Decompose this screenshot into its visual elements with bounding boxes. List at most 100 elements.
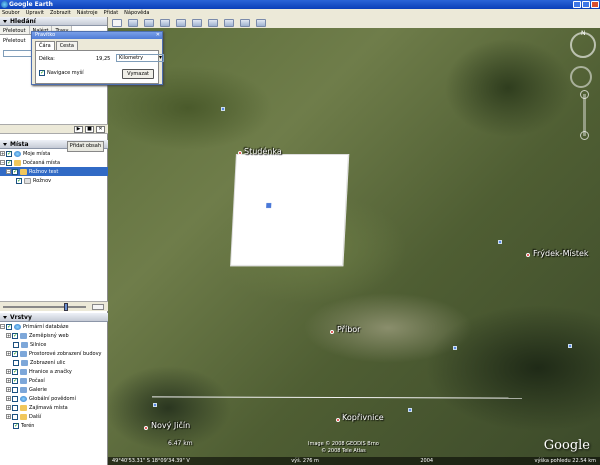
gallery-icon bbox=[20, 386, 27, 393]
layers-header[interactable]: Vrstvy bbox=[0, 313, 108, 322]
stop-icon[interactable]: ■ bbox=[85, 125, 94, 133]
layer-item[interactable]: + Zeměpisný web bbox=[0, 331, 108, 340]
toggle-icon[interactable] bbox=[92, 304, 104, 310]
layer-item[interactable]: + Hranice a značky bbox=[0, 367, 108, 376]
photo-icon[interactable] bbox=[498, 240, 502, 244]
layer-item[interactable]: + Zajímavá místa bbox=[0, 403, 108, 412]
photo-icon[interactable] bbox=[221, 107, 225, 111]
place-item[interactable]: − Dočasná místa bbox=[0, 158, 108, 167]
slider-thumb[interactable] bbox=[64, 303, 68, 311]
compass-icon[interactable]: N bbox=[570, 30, 596, 58]
placemark-pin-icon[interactable] bbox=[238, 151, 242, 155]
tab-line[interactable]: Čára bbox=[35, 41, 55, 50]
add-content-button[interactable]: Přidat obsah bbox=[66, 141, 104, 152]
layer-item[interactable]: + Prostorové zobrazení budovy bbox=[0, 349, 108, 358]
image-overlay-icon[interactable] bbox=[176, 18, 186, 27]
menu-tools[interactable]: Nástroje bbox=[77, 10, 98, 16]
place-item[interactable]: Rožnov bbox=[0, 176, 108, 185]
layer-item[interactable]: + Další bbox=[0, 412, 108, 421]
minimize-button[interactable] bbox=[573, 1, 581, 8]
maximize-button[interactable] bbox=[582, 1, 590, 8]
checkbox[interactable] bbox=[12, 168, 18, 175]
map-view[interactable]: Studénka Frýdek-Místek Příbor Kopřivnice… bbox=[108, 28, 600, 465]
checkbox[interactable] bbox=[12, 404, 18, 411]
look-control-icon[interactable] bbox=[570, 66, 592, 88]
place-item-selected[interactable]: − Rožnov test bbox=[0, 167, 108, 176]
expand-icon[interactable]: + bbox=[6, 405, 11, 410]
mouse-nav-checkbox[interactable] bbox=[39, 69, 45, 76]
expand-icon[interactable]: + bbox=[6, 351, 11, 356]
checkbox[interactable] bbox=[12, 368, 18, 375]
expand-icon[interactable]: + bbox=[6, 369, 11, 374]
image-overlay[interactable] bbox=[230, 154, 349, 266]
layer-item[interactable]: Terén bbox=[0, 421, 108, 430]
path-icon[interactable] bbox=[160, 18, 170, 27]
polygon-icon[interactable] bbox=[144, 18, 154, 27]
menu-view[interactable]: Zobrazit bbox=[50, 10, 71, 16]
tab-path[interactable]: Cesta bbox=[55, 41, 78, 50]
clear-button[interactable]: Vymazat bbox=[122, 69, 154, 79]
layer-item[interactable]: + Globální povědomí bbox=[0, 394, 108, 403]
checkbox[interactable] bbox=[13, 341, 19, 348]
placemark-pin-icon[interactable] bbox=[144, 426, 148, 430]
email-icon[interactable] bbox=[240, 18, 250, 27]
play-icon[interactable]: ▶ bbox=[74, 125, 83, 133]
placemark-icon[interactable] bbox=[128, 18, 138, 27]
checkbox[interactable] bbox=[13, 422, 19, 429]
layer-item[interactable]: Silnice bbox=[0, 340, 108, 349]
menu-add[interactable]: Přidat bbox=[104, 10, 119, 16]
checkbox[interactable] bbox=[6, 323, 12, 330]
collapse-icon[interactable]: − bbox=[0, 160, 5, 165]
sidebar-toggle-icon[interactable] bbox=[112, 18, 122, 27]
collapse-icon[interactable]: − bbox=[6, 169, 11, 174]
expand-icon[interactable]: + bbox=[0, 151, 5, 156]
expand-icon[interactable]: + bbox=[6, 387, 11, 392]
menu-help[interactable]: Nápověda bbox=[124, 10, 149, 16]
sky-icon[interactable] bbox=[208, 18, 218, 27]
zoom-in-icon[interactable] bbox=[580, 90, 589, 99]
checkbox[interactable] bbox=[16, 177, 22, 184]
zoom-out-icon[interactable] bbox=[580, 131, 589, 140]
menu-file[interactable]: Soubor bbox=[2, 10, 20, 16]
placemark-pin-icon[interactable] bbox=[526, 253, 530, 257]
photo-icon[interactable] bbox=[568, 344, 572, 348]
close-icon[interactable]: ✕ bbox=[156, 32, 160, 39]
checkbox[interactable] bbox=[12, 377, 18, 384]
expand-icon[interactable]: + bbox=[6, 414, 11, 419]
zoom-slider[interactable] bbox=[580, 90, 589, 140]
layer-item[interactable]: − Primární databáze bbox=[0, 322, 108, 331]
close-button[interactable] bbox=[591, 1, 599, 8]
ruler-icon[interactable] bbox=[224, 18, 234, 27]
unit-select[interactable]: Kilometry bbox=[116, 54, 164, 62]
placemark-pin-icon[interactable] bbox=[330, 330, 334, 334]
photo-icon[interactable] bbox=[453, 346, 457, 350]
search-header[interactable]: Hledání bbox=[0, 17, 107, 26]
checkbox[interactable] bbox=[12, 395, 18, 402]
tour-icon[interactable] bbox=[192, 18, 202, 27]
layer-item[interactable]: + Galerie bbox=[0, 385, 108, 394]
collapse-icon[interactable]: − bbox=[0, 324, 5, 329]
expand-icon[interactable]: + bbox=[6, 396, 11, 401]
checkbox[interactable] bbox=[12, 332, 18, 339]
menu-edit[interactable]: Upravit bbox=[26, 10, 44, 16]
places-title: Místa bbox=[10, 141, 29, 148]
layer-item[interactable]: Zobrazení ulic bbox=[0, 358, 108, 367]
tab-fly-to[interactable]: Přeletout bbox=[0, 26, 30, 34]
photo-icon[interactable] bbox=[408, 408, 412, 412]
expand-icon[interactable]: + bbox=[6, 378, 11, 383]
checkbox[interactable] bbox=[6, 159, 12, 166]
photo-icon[interactable] bbox=[153, 403, 157, 407]
print-icon[interactable] bbox=[256, 18, 266, 27]
checkbox[interactable] bbox=[12, 386, 18, 393]
opacity-slider[interactable] bbox=[0, 301, 108, 311]
checkbox[interactable] bbox=[12, 413, 18, 420]
checkbox[interactable] bbox=[12, 350, 18, 357]
overlay-handle-icon[interactable] bbox=[266, 203, 272, 208]
remove-icon[interactable]: ✕ bbox=[96, 125, 105, 133]
layer-item[interactable]: + Počasí bbox=[0, 376, 108, 385]
expand-icon[interactable]: + bbox=[6, 333, 11, 338]
places-header[interactable]: Místa Přidat obsah bbox=[0, 140, 108, 152]
checkbox[interactable] bbox=[6, 150, 12, 157]
placemark-pin-icon[interactable] bbox=[336, 418, 340, 422]
checkbox[interactable] bbox=[13, 359, 19, 366]
